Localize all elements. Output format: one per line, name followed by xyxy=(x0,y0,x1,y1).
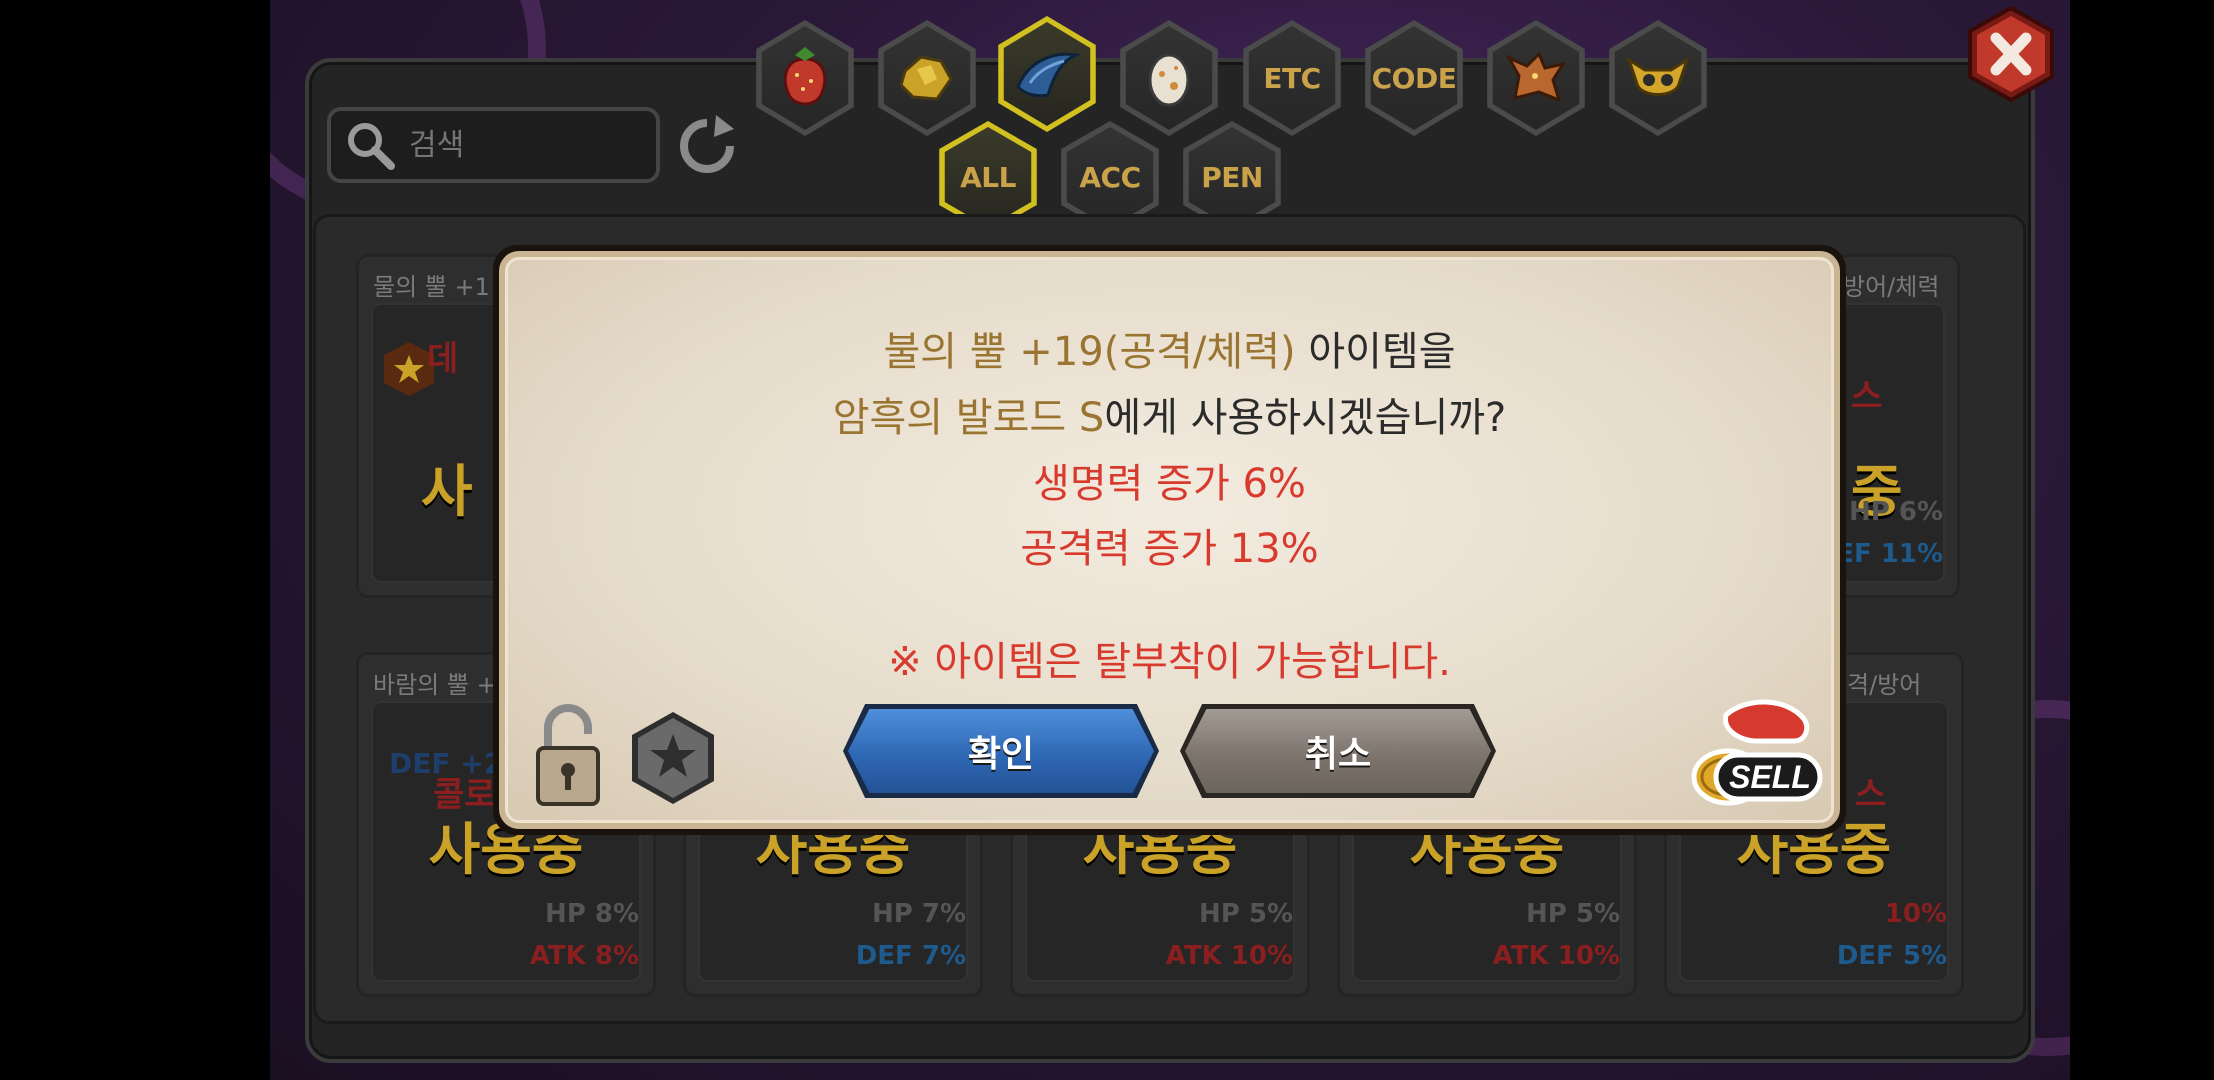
stat-atk: ATK 10% xyxy=(1492,941,1620,971)
egg-icon xyxy=(1148,53,1190,107)
blue-horn-icon xyxy=(1016,52,1080,98)
sell-button-label: SELL xyxy=(1729,759,1811,795)
dialog-bonus-hp: 생명력 증가 6% xyxy=(1033,461,1306,507)
tab-acc-label: ACC xyxy=(1066,127,1154,227)
tab-code-label: CODE xyxy=(1370,26,1458,130)
dragon-icon xyxy=(1505,51,1567,103)
stat-hp: HP 6% xyxy=(1848,497,1943,527)
slot-title: 물의 뿔 +1 xyxy=(373,273,490,301)
tab-etc-label: ETC xyxy=(1248,26,1336,130)
dialog-line2-suffix: 에게 사용하시겠습니까? xyxy=(1104,395,1507,441)
tab-all-label: ALL xyxy=(944,127,1032,227)
cancel-button-label: 취소 xyxy=(1304,734,1372,775)
search-input[interactable] xyxy=(407,126,611,164)
stat-def: DEF 5% xyxy=(1836,941,1947,971)
stat-hp: HP 5% xyxy=(1525,899,1620,929)
stat-atk: ATK 10% xyxy=(1165,941,1293,971)
confirm-button[interactable]: 확인 xyxy=(843,704,1159,798)
stat-hp: HP 8% xyxy=(544,899,639,929)
slot-title: 바람의 뿔 + xyxy=(373,671,497,699)
slot-title: 방어/체력 xyxy=(1843,273,1940,301)
cancel-button[interactable]: 취소 xyxy=(1180,704,1496,798)
stat-atk: 10% xyxy=(1884,899,1947,929)
dialog-notice: ※ 아이템은 탈부착이 가능합니다. xyxy=(888,639,1451,685)
slot-title: 격/방어 xyxy=(1847,671,1922,699)
favorite-star-button[interactable] xyxy=(628,710,718,806)
close-button[interactable] xyxy=(1966,6,2056,102)
dialog-line-2: 암흑의 발로드 S에게 사용하시겠습니까? xyxy=(505,385,1834,443)
dialog-target-name: 암흑의 발로드 S xyxy=(832,395,1105,441)
refresh-button[interactable] xyxy=(676,115,738,177)
goblin-mask-icon xyxy=(1627,56,1689,96)
dialog-line1-suffix: 아이템을 xyxy=(1295,329,1456,375)
sell-button[interactable]: SELL xyxy=(1686,697,1824,809)
item-name-red: 데 xyxy=(427,339,459,379)
stat-hp: HP 7% xyxy=(871,899,966,929)
unlock-icon[interactable] xyxy=(532,704,604,808)
search-icon xyxy=(348,123,395,170)
dialog-item-name: 불의 뿔 +19(공격/체력) xyxy=(883,329,1296,375)
tab-pen-label: PEN xyxy=(1188,127,1276,227)
dialog-bonus-atk: 공격력 증가 13% xyxy=(1020,526,1319,572)
dialog-line-1: 불의 뿔 +19(공격/체력) 아이템을 xyxy=(505,319,1834,377)
stat-atk: ATK 8% xyxy=(529,941,639,971)
stat-def: DEF 7% xyxy=(855,941,966,971)
gold-ore-icon xyxy=(899,55,953,101)
strawberry-icon xyxy=(783,47,827,106)
item-name-red: 스 xyxy=(1851,377,1883,417)
confirm-button-label: 확인 xyxy=(967,734,1035,775)
search-box[interactable] xyxy=(327,107,660,183)
stat-hp: HP 5% xyxy=(1198,899,1293,929)
